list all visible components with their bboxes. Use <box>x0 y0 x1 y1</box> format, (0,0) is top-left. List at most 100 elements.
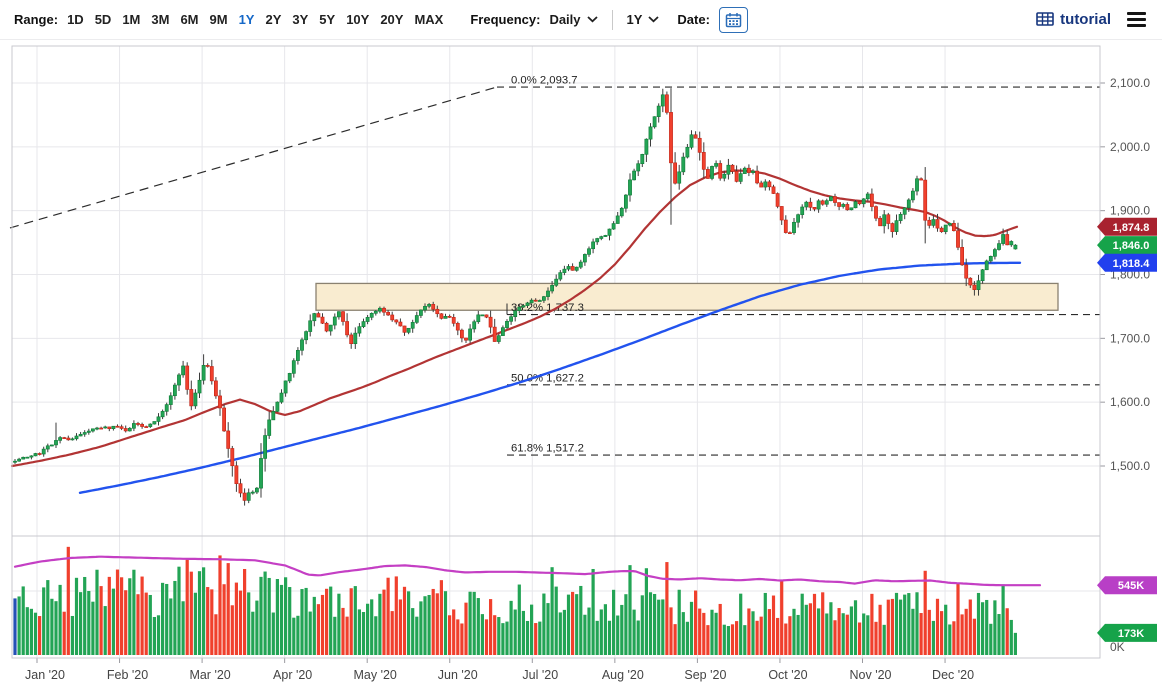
candle-body <box>600 237 603 239</box>
volume-bar <box>128 578 131 655</box>
volume-bar <box>833 620 836 655</box>
range-option-9m[interactable]: 9M <box>210 12 228 27</box>
volume-bar <box>879 605 882 655</box>
candle-body <box>346 321 349 334</box>
volume-bar <box>928 610 931 655</box>
volume-bar <box>1010 620 1013 655</box>
range-option-2y[interactable]: 2Y <box>265 12 281 27</box>
volume-bar <box>756 621 759 655</box>
candle-body <box>173 385 176 396</box>
candle-body <box>428 304 431 306</box>
range-option-10y[interactable]: 10Y <box>346 12 369 27</box>
candle-body <box>149 424 152 427</box>
candle-body <box>792 222 795 232</box>
volume-tag: 545K <box>1097 576 1157 594</box>
candle-body <box>981 270 984 281</box>
range-option-1m[interactable]: 1M <box>122 12 140 27</box>
volume-bar <box>276 579 279 655</box>
volume-bar <box>50 599 53 655</box>
candle-body <box>54 440 57 445</box>
candle-body <box>637 164 640 171</box>
volume-bar <box>218 555 221 655</box>
candle-body <box>169 396 172 405</box>
candle-body <box>862 199 865 204</box>
candle-body <box>567 266 570 269</box>
volume-bar <box>1002 584 1005 655</box>
volume-bar <box>792 609 795 655</box>
menu-icon[interactable] <box>1125 10 1148 29</box>
volume-bar <box>715 613 718 655</box>
brand-link[interactable]: tutorial <box>1036 11 1111 28</box>
candle-body <box>1006 234 1009 244</box>
volume-bar <box>300 589 303 655</box>
candle-body <box>526 303 529 306</box>
candle-body <box>329 325 332 331</box>
candle-body <box>891 224 894 232</box>
range-option-6m[interactable]: 6M <box>180 12 198 27</box>
candle-body <box>46 446 49 449</box>
candle-body <box>374 311 377 313</box>
range-option-20y[interactable]: 20Y <box>380 12 403 27</box>
candle-body <box>186 366 189 389</box>
volume-bar <box>71 616 74 655</box>
candle-body <box>436 309 439 314</box>
candle-body <box>59 438 62 441</box>
candle-body <box>214 381 217 396</box>
candle-body <box>448 316 451 317</box>
volume-bar <box>862 613 865 655</box>
volume-bar <box>895 593 898 655</box>
volume-bar <box>169 598 172 655</box>
volume-bar <box>592 569 595 655</box>
volume-bar <box>501 623 504 655</box>
candle-body <box>952 223 955 230</box>
candle-body <box>387 312 390 315</box>
volume-bar <box>940 611 943 655</box>
svg-text:545K: 545K <box>1118 580 1144 592</box>
volume-bar <box>54 601 57 655</box>
range-option-5d[interactable]: 5D <box>95 12 112 27</box>
candle-body <box>514 311 517 317</box>
candle-body <box>223 408 226 431</box>
volume-bar <box>235 583 238 655</box>
candle-body <box>366 317 369 321</box>
volume-bar <box>182 601 185 655</box>
calendar-button[interactable] <box>719 7 748 33</box>
candle-body <box>473 322 476 329</box>
period-dropdown[interactable]: 1Y <box>627 12 660 27</box>
volume-bar <box>120 577 123 655</box>
toolbar-right: tutorial <box>1036 10 1148 29</box>
volume-bar <box>358 609 361 655</box>
candle-body <box>534 300 537 301</box>
volume-bar <box>391 611 394 655</box>
candle-body <box>337 312 340 317</box>
range-option-max[interactable]: MAX <box>414 12 443 27</box>
volume-bar <box>440 580 443 655</box>
x-axis-label: Jul '20 <box>522 668 558 682</box>
volume-bar <box>132 570 135 655</box>
candle-body <box>1014 245 1017 249</box>
volume-bar <box>436 593 439 655</box>
price-chart[interactable]: 0.0% 2,093.738.2% 1,737.350.0% 1,627.261… <box>0 40 1162 697</box>
range-option-1y[interactable]: 1Y <box>239 12 255 27</box>
volume-bar <box>149 595 152 655</box>
volume-bar <box>186 560 189 655</box>
range-option-1d[interactable]: 1D <box>67 12 84 27</box>
candle-body <box>903 208 906 215</box>
volume-bar <box>448 615 451 655</box>
candle-body <box>596 239 599 242</box>
volume-bar <box>124 590 127 655</box>
volume-bar <box>801 594 804 655</box>
candle-body <box>698 138 701 152</box>
frequency-dropdown[interactable]: Daily <box>549 12 597 27</box>
range-option-3m[interactable]: 3M <box>151 12 169 27</box>
range-option-5y[interactable]: 5Y <box>319 12 335 27</box>
range-option-3y[interactable]: 3Y <box>292 12 308 27</box>
volume-bar <box>141 577 144 655</box>
volume-bar <box>477 598 480 655</box>
volume-bar <box>883 625 886 655</box>
volume-bar <box>546 603 549 655</box>
candle-body <box>165 405 168 412</box>
candle-body <box>842 204 845 206</box>
candle-body <box>579 262 582 267</box>
candle-body <box>317 314 320 318</box>
